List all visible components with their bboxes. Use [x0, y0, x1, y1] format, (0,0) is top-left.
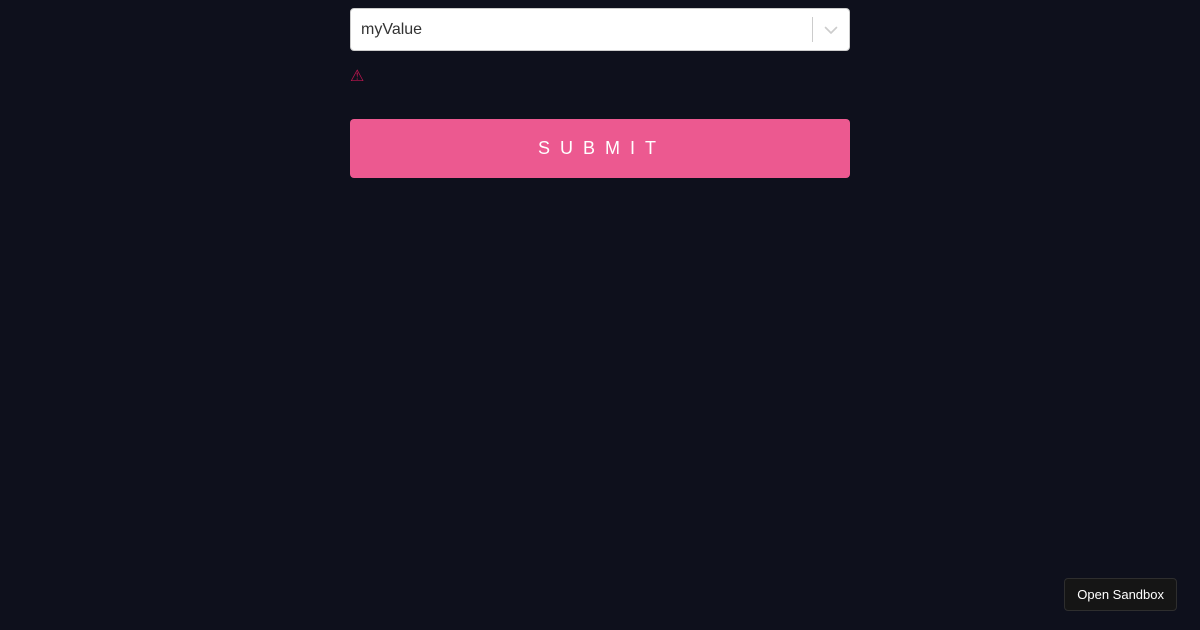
page: myValue ⚠ submit Open Sandbox	[0, 0, 1200, 630]
open-sandbox-button[interactable]: Open Sandbox	[1064, 578, 1177, 611]
submit-button[interactable]: submit	[350, 119, 850, 178]
select-value: myValue	[361, 20, 423, 38]
chevron-down-icon	[824, 26, 838, 34]
error-message: ⚠	[350, 67, 850, 85]
dropdown-indicator[interactable]	[813, 9, 849, 50]
warning-icon: ⚠	[350, 66, 365, 85]
form: myValue ⚠ submit	[350, 8, 850, 178]
value-select[interactable]: myValue	[350, 8, 850, 51]
